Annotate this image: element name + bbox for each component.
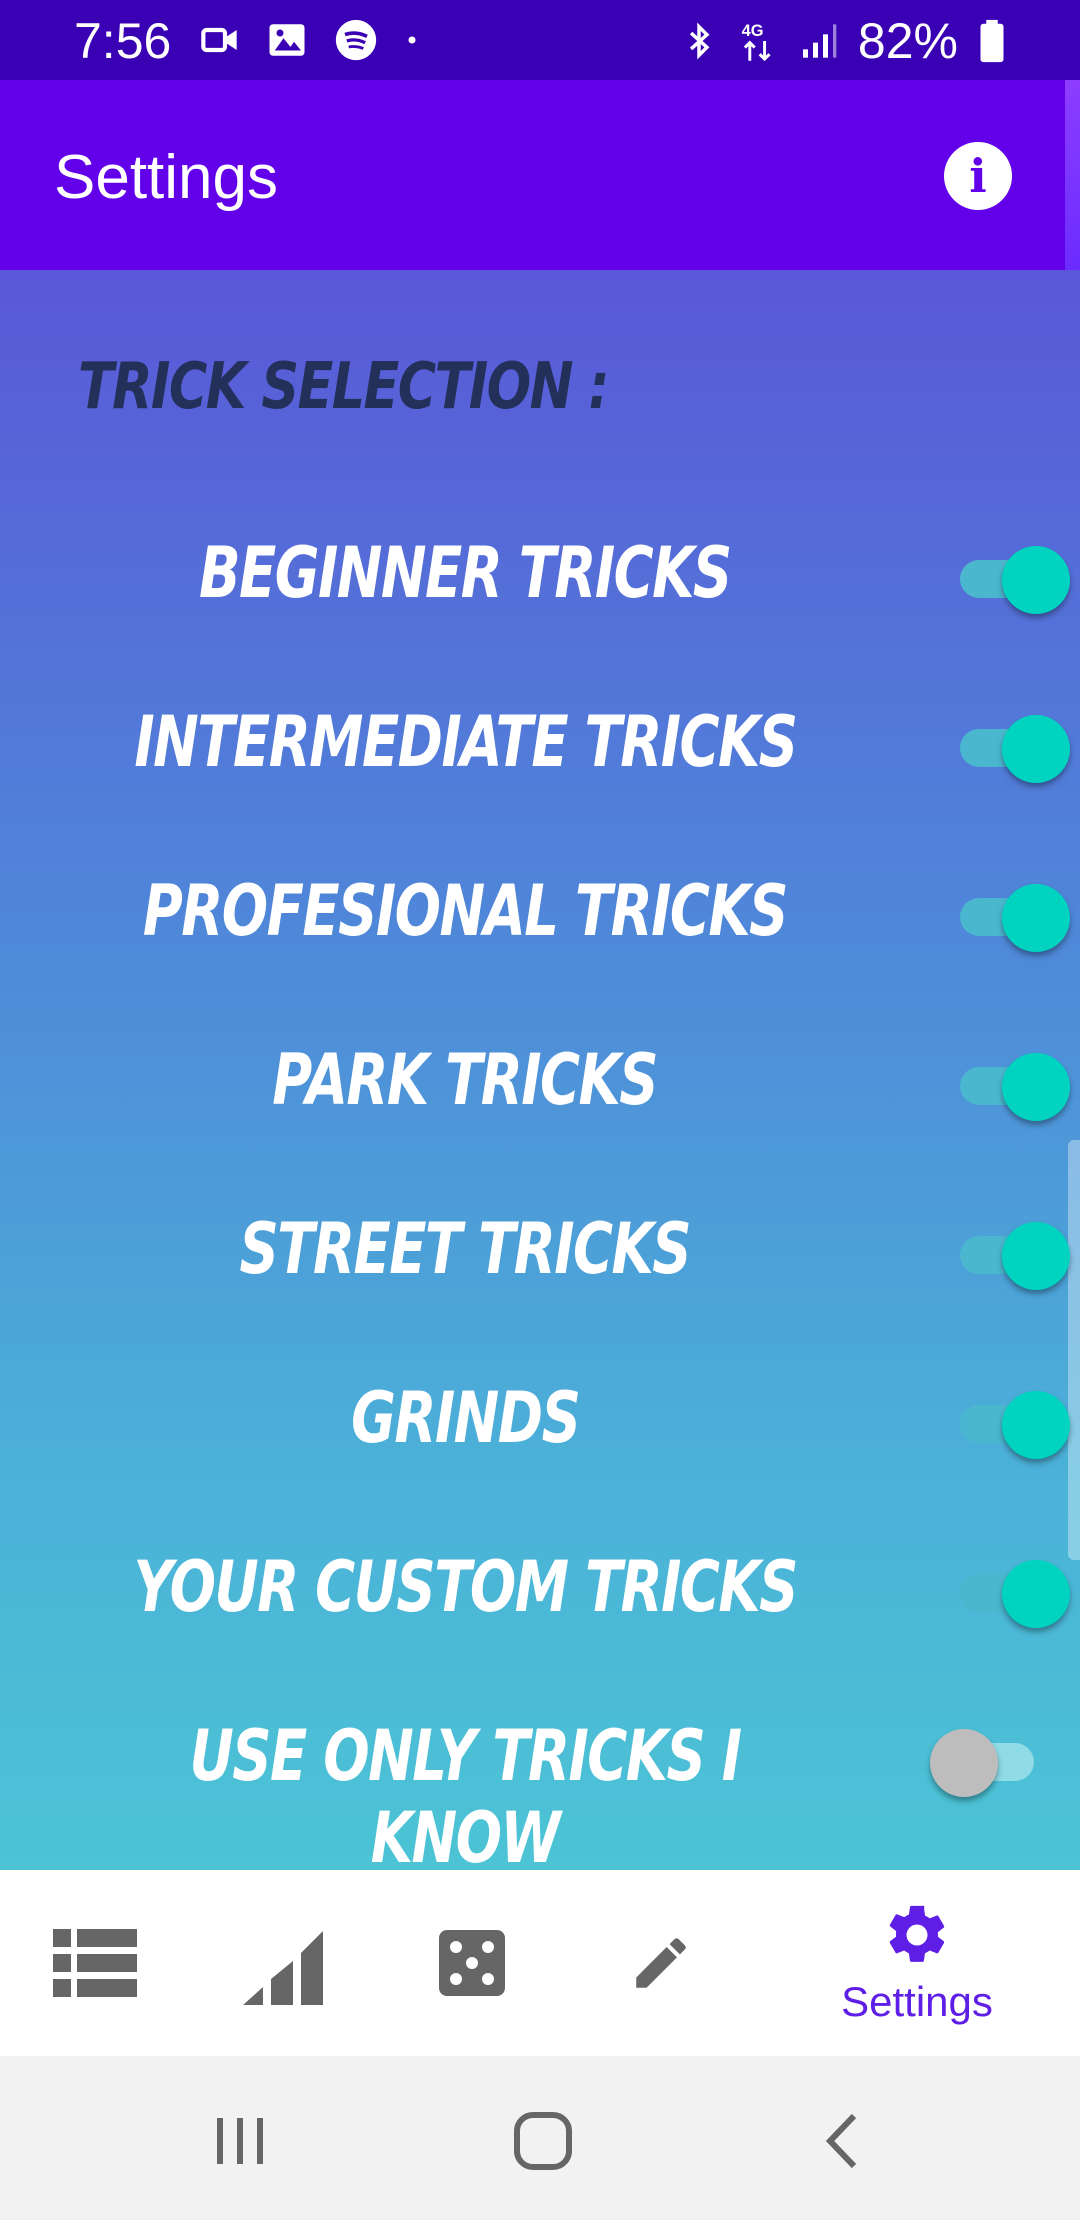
toggle-label: STREET TRICKS (239, 1208, 692, 1290)
list-icon (53, 1929, 137, 1997)
nav-item-random[interactable] (377, 1870, 567, 2056)
nav-item-edit[interactable] (566, 1870, 756, 2056)
spotify-icon (335, 19, 377, 61)
video-icon (201, 27, 237, 53)
toggle-row-profesional: PROFESIONAL TRICKS (0, 848, 1080, 968)
pencil-icon (636, 1938, 686, 1988)
known-tricks-only-switch[interactable] (930, 1727, 1034, 1797)
signal-icon (802, 24, 837, 58)
app-bar: Settings i (0, 80, 1065, 270)
battery-icon (980, 19, 1004, 63)
grinds-switch[interactable] (960, 1389, 1070, 1459)
toggle-row-grinds: GRINDS (0, 1355, 1080, 1475)
toggle-label: YOUR CUSTOM TRICKS (133, 1546, 798, 1628)
home-icon[interactable] (508, 2106, 578, 2176)
info-button[interactable]: i (944, 142, 1012, 210)
toggle-label: PARK TRICKS (272, 1039, 659, 1121)
toggle-row-custom: YOUR CUSTOM TRICKS (0, 1524, 1080, 1644)
section-title: TRICK SELECTION : (78, 350, 610, 424)
toggle-label: GRINDS (350, 1377, 581, 1459)
toggle-row-park: PARK TRICKS (0, 1017, 1080, 1137)
nav-item-settings[interactable]: Settings (822, 1870, 1012, 2056)
system-nav-bar (0, 2056, 1080, 2220)
info-icon: i (969, 149, 987, 203)
toggle-row-beginner: BEGINNER TRICKS (0, 510, 1080, 630)
nav-item-stats[interactable] (190, 1870, 380, 2056)
bluetooth-icon (689, 22, 710, 60)
image-icon (269, 24, 305, 56)
battery-percent: 82% (857, 13, 958, 69)
back-icon[interactable] (810, 2106, 880, 2176)
status-icons-left (200, 18, 420, 62)
dot-icon (408, 36, 416, 44)
status-time: 7:56 (74, 13, 172, 69)
toggle-label: PROFESIONAL TRICKS (142, 870, 789, 952)
street-tricks-switch[interactable] (960, 1220, 1070, 1290)
custom-tricks-switch[interactable] (960, 1558, 1070, 1628)
bottom-nav: Settings (0, 1870, 1080, 2056)
status-bar: 7:56 4G 82% (0, 0, 1080, 80)
intermediate-tricks-switch[interactable] (960, 713, 1070, 783)
screen: 7:56 4G 82% Settings i TRICK SELECTION :… (0, 0, 1080, 2220)
status-icons-right: 4G 82% (680, 12, 1006, 70)
edge-accent (1065, 80, 1080, 270)
beginner-tricks-switch[interactable] (960, 544, 1070, 614)
4g-icon: 4G (741, 22, 771, 62)
profesional-tricks-switch[interactable] (960, 882, 1070, 952)
park-tricks-switch[interactable] (960, 1051, 1070, 1121)
toggle-label: BEGINNER TRICKS (199, 532, 732, 614)
stats-icon (243, 1931, 323, 2005)
gear-icon (889, 1905, 945, 1962)
toggle-row-street: STREET TRICKS (0, 1186, 1080, 1306)
page-title: Settings (54, 143, 279, 212)
toggle-label: USE ONLY TRICKS I KNOW (189, 1715, 742, 1879)
toggle-row-known-only: USE ONLY TRICKS I KNOW (0, 1693, 1080, 1879)
nav-label-settings: Settings (841, 1978, 993, 2025)
dice-icon (439, 1930, 505, 1996)
toggle-row-intermediate: INTERMEDIATE TRICKS (0, 679, 1080, 799)
nav-item-list[interactable] (0, 1870, 190, 2056)
svg-text:4G: 4G (741, 22, 763, 40)
recent-apps-icon[interactable] (205, 2106, 275, 2176)
toggle-label: INTERMEDIATE TRICKS (133, 701, 798, 783)
